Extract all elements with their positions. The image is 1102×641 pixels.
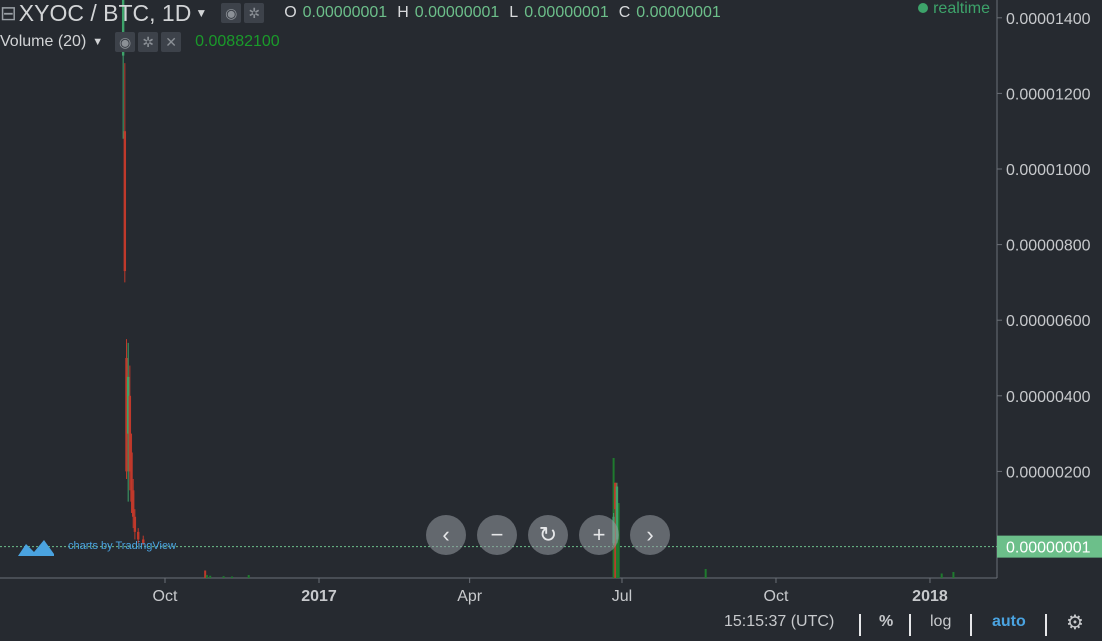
price-tick-label: 0.00000800: [1006, 238, 1091, 255]
auto-toggle[interactable]: auto: [992, 613, 1026, 631]
time-tick-label: Oct: [153, 588, 178, 605]
realtime-dot-icon: [918, 3, 929, 13]
bottom-toolbar: 15:15:37 (UTC) % log auto ⚙: [0, 609, 1102, 639]
volume-bar: [209, 575, 212, 578]
log-toggle[interactable]: log: [930, 613, 951, 631]
tradingview-watermark[interactable]: charts by TradingView: [16, 534, 176, 558]
price-tick-label: 0.00001400: [1006, 11, 1091, 28]
ohlc-close-key: C: [618, 4, 631, 21]
chevron-down-icon[interactable]: ▼: [195, 6, 207, 20]
volume-bar: [222, 576, 225, 578]
time-tick-label: Jul: [612, 588, 632, 605]
collapse-icon[interactable]: ⊟: [0, 1, 17, 26]
volume-legend: Volume (20) ▼ ◉ ✲ ✕ 0.00882100: [0, 31, 280, 53]
volume-bar: [205, 575, 208, 578]
volume-chevron-down-icon[interactable]: ▼: [92, 36, 103, 48]
ohlc-open-key: O: [284, 4, 297, 21]
ohlc-open-value: 0.00000001: [302, 4, 388, 21]
volume-bar: [704, 569, 707, 578]
ohlc-low-value: 0.00000001: [524, 4, 609, 21]
price-tick-label: 0.00001200: [1006, 86, 1091, 103]
realtime-indicator: realtime: [918, 0, 990, 18]
scroll-left-button[interactable]: ‹: [426, 515, 466, 555]
tradingview-logo-icon: [18, 540, 54, 556]
zoom-out-button[interactable]: −: [477, 515, 517, 555]
chevron-right-icon: ›: [646, 522, 654, 547]
time-tick-label: 2017: [301, 588, 337, 605]
settings-gear-icon[interactable]: ⚙: [1066, 610, 1084, 635]
refresh-icon: ↻: [538, 522, 558, 547]
volume-value: 0.00882100: [195, 33, 280, 50]
plus-icon: +: [592, 522, 606, 547]
last-price-label: 0.00000001: [1006, 540, 1091, 557]
percent-toggle[interactable]: %: [879, 613, 893, 631]
divider: [859, 614, 861, 636]
volume-bar: [940, 573, 943, 578]
volume-eye-icon[interactable]: ◉: [115, 32, 136, 52]
volume-close-icon[interactable]: ✕: [161, 32, 182, 52]
price-tick-label: 0.00000600: [1006, 313, 1091, 330]
time-tick-label: Apr: [457, 588, 483, 605]
divider: [909, 614, 911, 636]
reset-button[interactable]: ↻: [528, 515, 568, 555]
volume-bar: [952, 572, 955, 578]
volume-bar: [230, 576, 233, 578]
gear-icon[interactable]: ✲: [244, 3, 265, 23]
price-tick-label: 0.00000200: [1006, 464, 1091, 481]
symbol-legend: ⊟ XYOC / BTC, 1D ▼ ◉ ✲ O 0.00000001 H 0.…: [0, 0, 721, 26]
divider: [1045, 614, 1047, 636]
minus-icon: −: [490, 522, 504, 547]
volume-label[interactable]: Volume (20): [0, 33, 86, 51]
ohlc-high-key: H: [397, 4, 409, 21]
candle-body: [123, 131, 127, 272]
candle-body: [131, 490, 135, 517]
symbol-title[interactable]: XYOC / BTC, 1D: [19, 0, 192, 27]
volume-bar: [247, 575, 250, 578]
candle-body: [133, 516, 137, 532]
eye-icon[interactable]: ◉: [221, 3, 242, 23]
ohlc-low-key: L: [509, 4, 519, 21]
price-tick-label: 0.00000400: [1006, 389, 1091, 406]
zoom-in-button[interactable]: +: [579, 515, 619, 555]
ohlc-high-value: 0.00000001: [414, 4, 500, 21]
price-tick-label: 0.00001000: [1006, 162, 1091, 179]
realtime-label: realtime: [933, 0, 990, 17]
chevron-left-icon: ‹: [442, 522, 450, 547]
time-tick-label: 2018: [912, 588, 948, 605]
watermark-text: charts by TradingView: [68, 540, 177, 552]
scroll-right-button[interactable]: ›: [630, 515, 670, 555]
utc-time[interactable]: 15:15:37 (UTC): [724, 613, 834, 631]
divider: [970, 614, 972, 636]
volume-gear-icon[interactable]: ✲: [138, 32, 159, 52]
ohlc-close-value: 0.00000001: [636, 4, 721, 21]
time-tick-label: Oct: [764, 588, 789, 605]
